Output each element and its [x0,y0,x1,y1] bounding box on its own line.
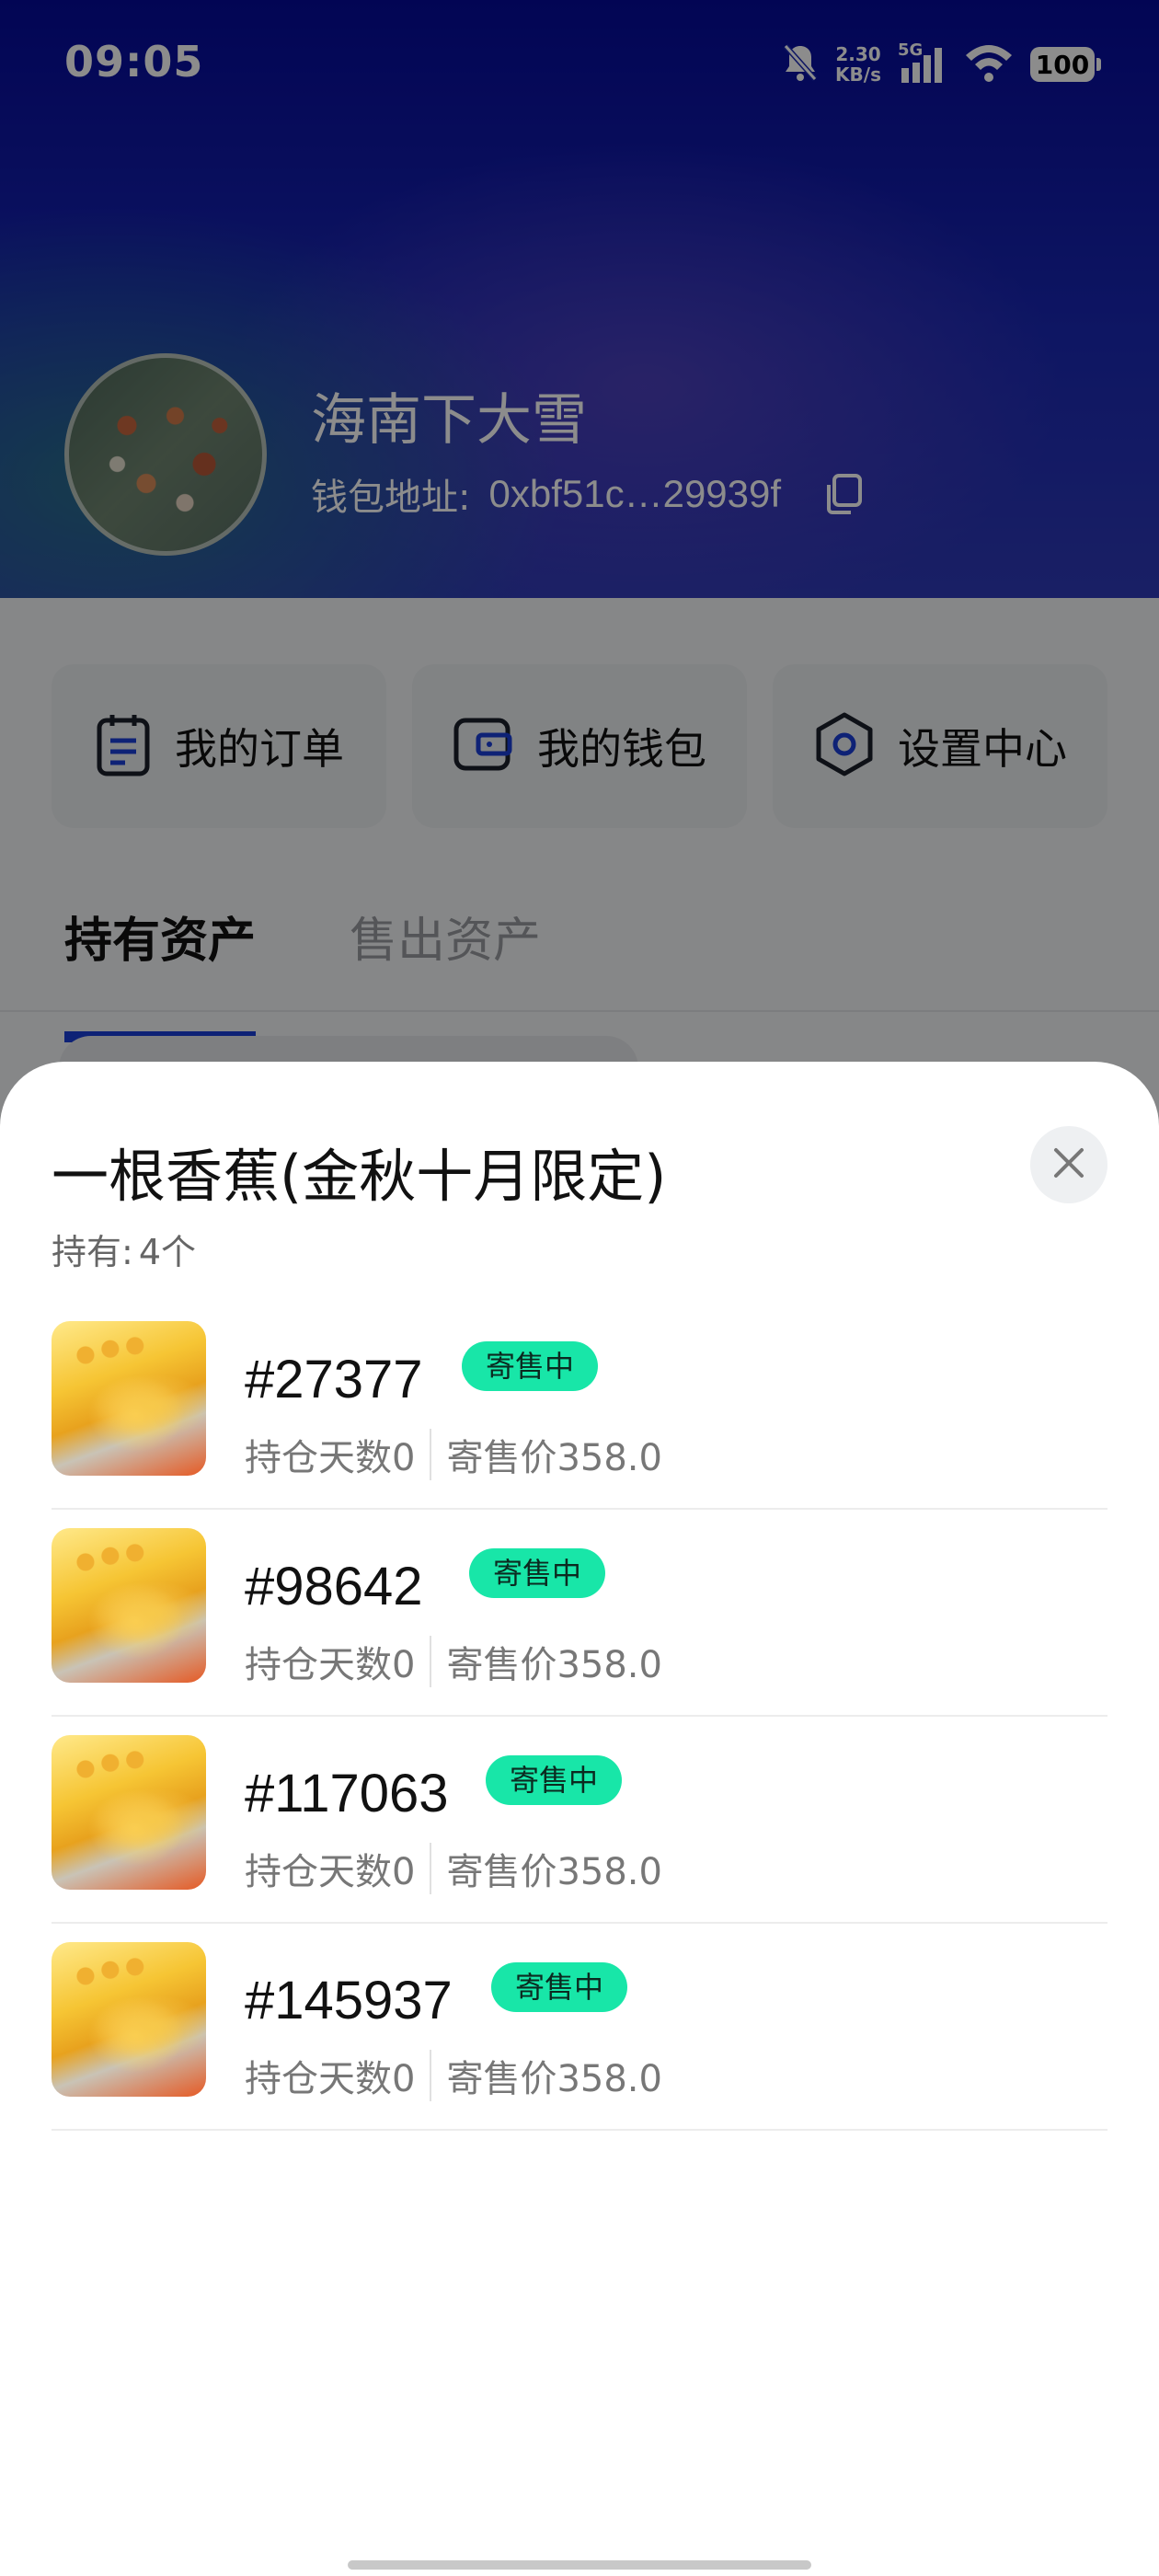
list-item[interactable]: #98642 寄售中 持仓天数0 寄售价358.0 [52,1510,1107,1717]
asset-thumbnail [52,1321,206,1476]
status-badge: 寄售中 [469,1548,606,1598]
sheet-title: 一根香蕉(金秋十月限定) [52,1143,667,1210]
consign-price: 寄售价358.0 [446,1644,662,1686]
item-id: #27377 [245,1350,423,1409]
close-button[interactable] [1030,1126,1107,1203]
meta-divider [430,1636,432,1687]
holdings-count: 4个 [138,1232,196,1272]
holding-list: #27377 寄售中 持仓天数0 寄售价358.0 #98642 寄售中 持仓天… [52,1303,1107,2131]
item-id: #98642 [245,1557,423,1616]
holding-days: 持仓天数0 [245,2058,416,2100]
asset-detail-sheet: 一根香蕉(金秋十月限定) 持有: 4个 #27377 寄售中 持仓天数0 寄售价3… [0,1062,1159,2576]
item-meta: 持仓天数0 寄售价358.0 [245,2049,662,2102]
meta-divider [430,1429,432,1480]
holdings-summary: 持有: 4个 [52,1224,196,1274]
status-badge: 寄售中 [486,1755,623,1805]
meta-divider [430,2050,432,2101]
holding-days: 持仓天数0 [245,1851,416,1893]
item-meta: 持仓天数0 寄售价358.0 [245,1428,662,1481]
consign-price: 寄售价358.0 [446,2058,662,2100]
item-meta: 持仓天数0 寄售价358.0 [245,1842,662,1895]
asset-thumbnail [52,1735,206,1890]
status-badge: 寄售中 [462,1341,599,1391]
list-item[interactable]: #145937 寄售中 持仓天数0 寄售价358.0 [52,1924,1107,2131]
item-id: #145937 [245,1971,453,2030]
holding-days: 持仓天数0 [245,1437,416,1479]
home-indicator[interactable] [348,2560,811,2570]
list-item[interactable]: #27377 寄售中 持仓天数0 寄售价358.0 [52,1303,1107,1510]
list-item[interactable]: #117063 寄售中 持仓天数0 寄售价358.0 [52,1717,1107,1924]
asset-thumbnail [52,1942,206,2097]
status-badge: 寄售中 [491,1962,628,2012]
item-id: #117063 [245,1764,449,1823]
close-icon [1052,1146,1085,1183]
consign-price: 寄售价358.0 [446,1437,662,1479]
consign-price: 寄售价358.0 [446,1851,662,1893]
holdings-label: 持有: [52,1232,133,1272]
meta-divider [430,1843,432,1894]
holding-days: 持仓天数0 [245,1644,416,1686]
asset-thumbnail [52,1528,206,1683]
item-meta: 持仓天数0 寄售价358.0 [245,1635,662,1688]
